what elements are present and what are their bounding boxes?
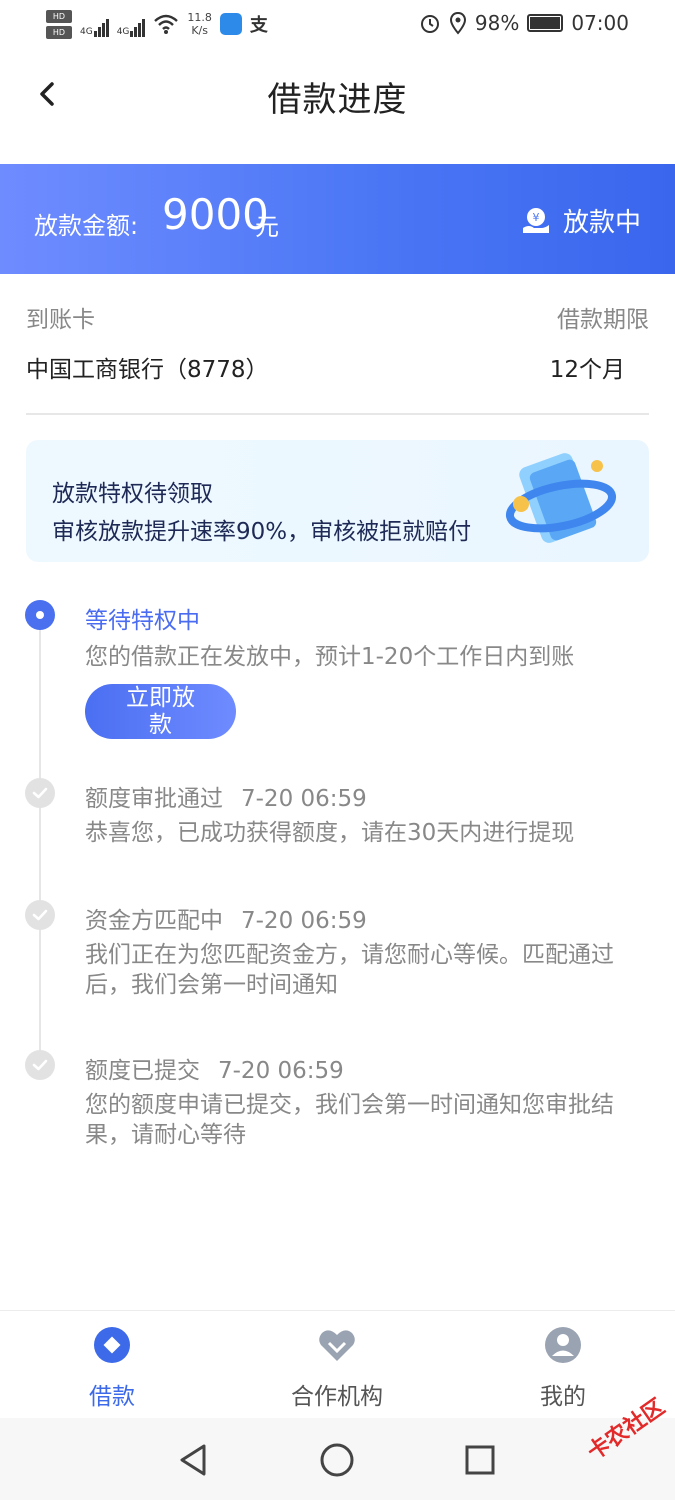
timeline-dot-done xyxy=(25,1050,55,1080)
amount-unit: 元 xyxy=(255,213,279,241)
money-bag-icon: ¥ xyxy=(522,207,549,233)
check-icon xyxy=(32,909,48,921)
disburse-now-label: 立即放款 xyxy=(126,684,195,738)
profile-icon xyxy=(545,1327,581,1363)
alipay-icon: 支 xyxy=(249,15,268,36)
disburse-status: ¥ 放款中 xyxy=(521,202,641,239)
privilege-promo-card[interactable]: 放款特权待领取 审核放款提升速率90%，审核被拒就赔付 xyxy=(26,440,649,562)
network-label: 4G xyxy=(80,27,93,37)
battery-icon xyxy=(527,14,564,32)
term-label: 借款期限 xyxy=(557,307,649,333)
home-circle-icon[interactable] xyxy=(317,1440,357,1480)
network-label: 4G xyxy=(116,27,130,37)
nav-label-profile: 我的 xyxy=(540,1384,586,1410)
signal-icon: 4G xyxy=(117,11,146,37)
step3-time: 7-20 06:59 xyxy=(241,908,367,934)
hd-label: HD xyxy=(46,9,72,23)
timeline-line xyxy=(39,628,41,1068)
check-icon xyxy=(32,1059,48,1071)
amount-value: 9000 xyxy=(162,190,269,239)
partner-icon xyxy=(319,1330,355,1361)
nav-item-profile[interactable]: 我的 xyxy=(473,1325,653,1411)
nav-label-partner: 合作机构 xyxy=(291,1384,383,1410)
nav-item-loan[interactable]: 借款 xyxy=(22,1325,202,1411)
system-nav-bar xyxy=(0,1418,675,1500)
net-speed-value: 11.8 xyxy=(187,11,212,24)
card-label: 到账卡 xyxy=(26,307,95,333)
amount-label: 放款金额: xyxy=(34,212,139,240)
nav-label-loan: 借款 xyxy=(89,1384,135,1410)
back-triangle-icon[interactable] xyxy=(174,1440,214,1480)
location-icon xyxy=(449,11,466,35)
step3-desc: 我们正在为您匹配资金方，请您耐心等候。匹配通过后，我们会第一时间通知 xyxy=(85,942,614,998)
divider xyxy=(26,413,649,415)
card-coin-illustration-icon xyxy=(505,453,617,543)
status-bar: HD HD 4G 4G 11.8 K/s 支 98% 07:00 xyxy=(0,0,675,48)
step1-title: 等待特权中 xyxy=(85,608,200,634)
step3-title: 资金方匹配中 7-20 06:59 xyxy=(85,901,367,935)
wifi-icon xyxy=(154,14,179,34)
timeline-dot-done xyxy=(25,778,55,808)
step2-title: 额度审批通过 7-20 06:59 xyxy=(85,779,367,813)
hd-indicator: HD HD xyxy=(46,9,72,39)
step2-title-text: 额度审批通过 xyxy=(85,786,223,812)
term-value: 12个月 xyxy=(549,357,625,383)
clock: 07:00 xyxy=(571,11,629,35)
step4-desc: 您的额度申请已提交，我们会第一时间通知您审批结果，请耐心等待 xyxy=(85,1092,614,1148)
check-icon xyxy=(32,787,48,799)
page-header: 借款进度 xyxy=(0,48,675,144)
weather-app-icon xyxy=(219,13,242,35)
net-speed-unit: K/s xyxy=(191,24,208,37)
nav-item-partner[interactable]: 合作机构 xyxy=(247,1325,427,1411)
loan-icon xyxy=(94,1327,130,1363)
step4-title: 额度已提交 7-20 06:59 xyxy=(85,1051,344,1085)
recent-apps-icon[interactable] xyxy=(460,1440,500,1480)
card-value: 中国工商银行（8778） xyxy=(26,357,269,383)
disburse-now-button[interactable]: 立即放款 xyxy=(85,684,236,739)
timeline-dot-done xyxy=(25,900,55,930)
step3-title-text: 资金方匹配中 xyxy=(85,908,223,934)
step2-time: 7-20 06:59 xyxy=(241,786,367,812)
promo-title: 放款特权待领取 xyxy=(52,481,213,507)
status-left: HD HD 4G 4G 11.8 K/s 支 xyxy=(46,6,268,42)
hd-label: HD xyxy=(46,25,72,39)
timeline-dot-active xyxy=(25,600,55,630)
signal-icon: 4G xyxy=(80,11,109,37)
promo-subtitle: 审核放款提升速率90%，审核被拒就赔付 xyxy=(52,519,472,545)
disburse-status-label: 放款中 xyxy=(562,208,641,238)
step1-desc: 您的借款正在发放中，预计1-20个工作日内到账 xyxy=(85,644,575,670)
battery-percent: 98% xyxy=(474,11,520,35)
step4-title-text: 额度已提交 xyxy=(85,1058,200,1084)
svg-text:¥: ¥ xyxy=(532,211,539,224)
step4-time: 7-20 06:59 xyxy=(218,1058,344,1084)
bottom-nav: 借款 合作机构 我的 xyxy=(0,1310,675,1419)
status-right: 98% 07:00 xyxy=(419,8,629,38)
step2-desc: 恭喜您，已成功获得额度，请在30天内进行提现 xyxy=(85,820,575,846)
alarm-icon xyxy=(420,15,439,33)
net-speed: 11.8 K/s xyxy=(187,11,212,37)
amount-banner: 放款金额: 9000 元 ¥ 放款中 xyxy=(0,164,675,274)
page-title: 借款进度 xyxy=(267,80,408,120)
